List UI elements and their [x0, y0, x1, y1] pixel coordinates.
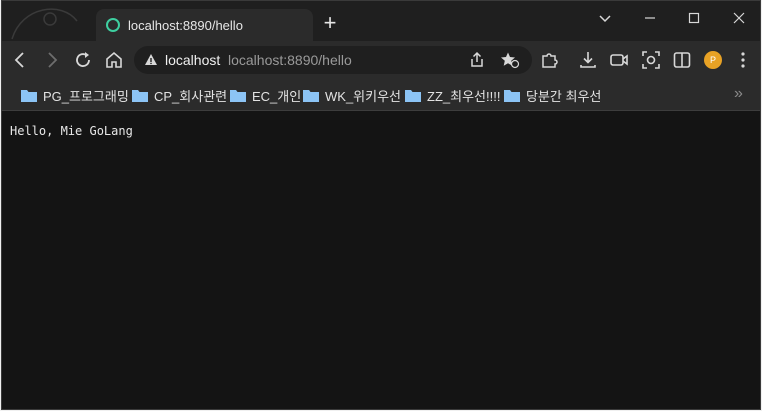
arrow-left-icon	[14, 52, 24, 68]
folder-icon	[504, 89, 520, 102]
bookmark-folder[interactable]: PG_프로그래밍	[21, 86, 129, 104]
chevron-down-icon	[599, 15, 611, 23]
url-text: localhost:8890/hello	[228, 52, 352, 68]
puzzle-icon	[542, 53, 558, 68]
bookmark-folder[interactable]: EC_개인	[230, 86, 301, 104]
extensions-button[interactable]	[539, 50, 559, 70]
bookmark-star-icon[interactable]	[500, 51, 520, 69]
reload-button[interactable]	[73, 50, 93, 70]
screenshot-icon	[642, 51, 660, 69]
forward-button[interactable]	[42, 50, 62, 70]
bookmark-label: ZZ_최우선!!!!	[427, 88, 501, 104]
page-text: Hello, Mie GoLang	[10, 124, 133, 138]
bookmark-label: 당분간 최우선	[526, 88, 602, 104]
bookmark-folder[interactable]: WK_위키우선	[303, 86, 401, 104]
screenshot-button[interactable]	[641, 50, 661, 70]
toolbar: localhost localhost:8890/hello P	[2, 41, 760, 79]
browser-window: localhost:8890/hello + localhost localho…	[1, 0, 761, 410]
split-view-icon	[673, 52, 691, 68]
bookmark-folder[interactable]: CP_회사관련	[132, 86, 227, 104]
video-button[interactable]	[609, 50, 629, 70]
bookmark-label: CP_회사관련	[154, 88, 228, 104]
home-button[interactable]	[104, 50, 124, 70]
share-icon[interactable]	[468, 51, 486, 69]
arrow-right-icon	[48, 52, 58, 68]
back-button[interactable]	[10, 50, 30, 70]
more-vertical-icon	[741, 52, 745, 68]
close-button[interactable]	[725, 7, 753, 29]
minimize-button[interactable]	[636, 7, 664, 29]
folder-icon	[21, 89, 37, 102]
globe-icon	[106, 18, 120, 32]
bookmarks-overflow-button[interactable]: »	[734, 85, 743, 103]
page-content: Hello, Mie GoLang	[2, 111, 760, 409]
download-icon	[580, 52, 596, 68]
home-icon	[106, 51, 122, 68]
active-tab[interactable]: localhost:8890/hello	[96, 9, 313, 41]
decorative-swirl-icon	[11, 8, 78, 40]
folder-icon	[230, 89, 246, 102]
split-view-button[interactable]	[672, 50, 692, 70]
folder-icon	[303, 89, 319, 102]
tab-strip: localhost:8890/hello +	[2, 1, 760, 41]
folder-icon	[405, 89, 421, 102]
folder-icon	[132, 89, 148, 102]
bookmark-folder[interactable]: 당분간 최우선	[504, 86, 601, 104]
warning-icon[interactable]	[144, 53, 158, 67]
maximize-icon	[688, 12, 700, 24]
minimize-icon	[645, 17, 655, 19]
tab-search-button[interactable]	[591, 7, 619, 29]
bookmark-label: EC_개인	[252, 88, 302, 104]
profile-avatar[interactable]: P	[704, 51, 722, 69]
close-icon	[733, 12, 745, 24]
reload-icon	[76, 52, 90, 67]
bookmarks-bar: PG_프로그래밍 CP_회사관련 EC_개인 WK_위키우선 ZZ_최우선!!!…	[2, 79, 760, 111]
new-tab-button[interactable]: +	[320, 12, 340, 34]
url-host: localhost	[165, 52, 221, 68]
address-bar[interactable]: localhost localhost:8890/hello	[134, 46, 532, 74]
menu-button[interactable]	[733, 50, 753, 70]
bookmark-folder[interactable]: ZZ_최우선!!!!	[405, 86, 500, 104]
maximize-button[interactable]	[680, 7, 708, 29]
download-button[interactable]	[578, 50, 598, 70]
video-icon	[610, 54, 628, 66]
bookmark-label: WK_위키우선	[325, 88, 402, 104]
tab-title: localhost:8890/hello	[128, 17, 243, 33]
bookmark-label: PG_프로그래밍	[43, 88, 129, 104]
